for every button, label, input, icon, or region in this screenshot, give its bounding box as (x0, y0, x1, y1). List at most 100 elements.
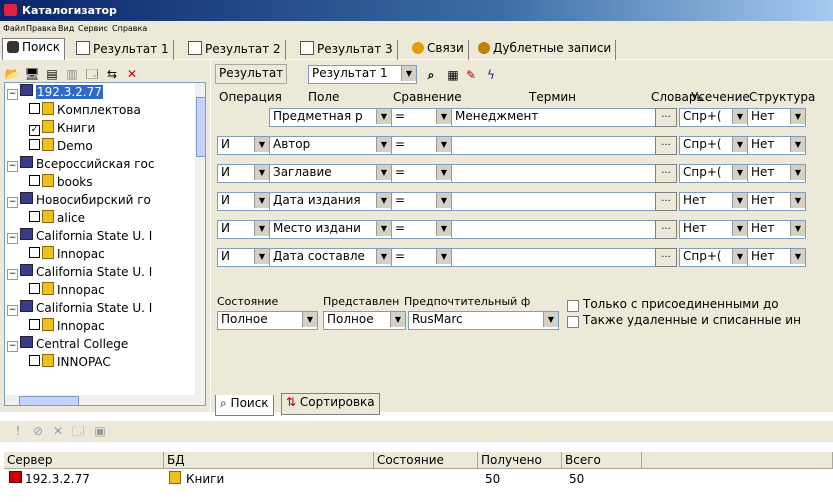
operation-select[interactable]: И ▼ (217, 164, 270, 183)
tree-database-item[interactable]: Innopac (29, 318, 105, 334)
field-select[interactable]: Предметная р ▼ (269, 108, 392, 127)
binoculars-icon[interactable]: ⌕ (423, 67, 439, 83)
database-checkbox[interactable] (29, 175, 40, 186)
database-checkbox[interactable] (29, 319, 40, 330)
tree-server-item[interactable]: − California State U. I (7, 264, 152, 280)
database-checkbox[interactable] (29, 211, 40, 222)
tree-server-item[interactable]: − Всероссийская гос (7, 156, 154, 172)
operation-select[interactable]: И ▼ (217, 136, 270, 155)
exclamation-icon[interactable]: ! (10, 423, 26, 439)
term-input[interactable] (451, 136, 656, 155)
truncation-select[interactable]: Спр+(▼ (679, 248, 748, 267)
tree-database-item[interactable]: INNOPAC (29, 354, 111, 370)
tree-database-item[interactable]: Комплектова (29, 102, 141, 118)
structure-select[interactable]: Нет ▼ (747, 192, 806, 211)
operation-select[interactable]: И ▼ (217, 192, 270, 211)
field-select[interactable]: Место издани ▼ (269, 220, 392, 239)
truncation-select[interactable]: Спр+(▼ (679, 164, 748, 183)
table-icon[interactable]: ▦ (445, 67, 461, 83)
truncation-select[interactable]: Нет ▼ (679, 192, 748, 211)
lightning-icon[interactable]: ϟ (483, 67, 499, 83)
table-row-db[interactable]: Книги (166, 471, 224, 487)
operation-select[interactable]: И ▼ (217, 220, 270, 239)
menu-help[interactable]: Справка (112, 24, 147, 33)
properties-icon[interactable]: 🗔 (84, 66, 100, 82)
tree-database-item[interactable]: alice (29, 210, 85, 226)
result-select[interactable]: Результат 1 ▼ (308, 65, 417, 84)
menu-service[interactable]: Сервис (78, 24, 108, 33)
open-icon[interactable]: 📂 (4, 66, 20, 82)
compare-select[interactable]: = ▼ (391, 248, 452, 267)
collapse-icon[interactable]: − (7, 341, 18, 352)
preferred-format-select[interactable]: RusMarc ▼ (408, 311, 559, 330)
connect-icon[interactable]: ⇆ (104, 66, 120, 82)
tab-result-3[interactable]: Результат 3 (296, 40, 398, 61)
truncation-select[interactable]: Спр+(▼ (679, 108, 748, 127)
only-linked-checkbox[interactable] (567, 300, 579, 312)
tree-database-item[interactable]: Demo (29, 138, 93, 154)
tab-links[interactable]: Связи (408, 40, 469, 61)
term-input[interactable] (451, 248, 656, 267)
tree-server-item[interactable]: − Central College (7, 336, 128, 352)
subtab-sort[interactable]: ⇅ Сортировка (281, 393, 380, 415)
tree-vertical-scrollbar[interactable] (195, 83, 205, 405)
tree-server-item[interactable]: − Новосибирский го (7, 192, 151, 208)
collapse-icon[interactable]: − (7, 89, 18, 100)
term-input[interactable]: Менеджмент (451, 108, 656, 127)
collapse-icon[interactable]: − (7, 269, 18, 280)
tree-database-item[interactable]: books (29, 174, 93, 190)
state-select[interactable]: Полное ▼ (217, 311, 318, 330)
structure-select[interactable]: Нет ▼ (747, 136, 806, 155)
dictionary-button[interactable]: ... (655, 164, 677, 183)
tree-horizontal-scrollbar[interactable] (5, 395, 195, 405)
delete-icon[interactable]: ✕ (124, 66, 140, 82)
field-select[interactable]: Дата издания ▼ (269, 192, 392, 211)
tab-duplicates[interactable]: Дублетные записи (474, 40, 617, 61)
compare-select[interactable]: = ▼ (391, 192, 452, 211)
term-input[interactable] (451, 192, 656, 211)
structure-select[interactable]: Нет ▼ (747, 164, 806, 183)
field-select[interactable]: Заглавие ▼ (269, 164, 392, 183)
close-icon[interactable]: ✕ (50, 423, 66, 439)
column-header-db[interactable]: БД (164, 452, 374, 469)
tree-server-item[interactable]: − California State U. I (7, 300, 152, 316)
column-header-total[interactable]: Всего (562, 452, 642, 469)
server-icon[interactable]: 🖥 (24, 66, 40, 82)
dictionary-button[interactable]: ... (655, 108, 677, 127)
database-checkbox[interactable] (29, 103, 40, 114)
collapse-icon[interactable]: − (7, 197, 18, 208)
structure-select[interactable]: Нет ▼ (747, 108, 806, 127)
tab-result-1[interactable]: Результат 1 (72, 40, 174, 61)
field-select[interactable]: Автор ▼ (269, 136, 392, 155)
database-checkbox[interactable] (29, 355, 40, 366)
compare-select[interactable]: = ▼ (391, 220, 452, 239)
database-disabled-icon[interactable]: ▥ (64, 66, 80, 82)
collapse-icon[interactable]: − (7, 305, 18, 316)
column-header-state[interactable]: Состояние (374, 452, 478, 469)
database-checkbox[interactable]: ✓ (29, 125, 40, 136)
database-checkbox[interactable] (29, 247, 40, 258)
collapse-icon[interactable]: − (7, 161, 18, 172)
compare-select[interactable]: = ▼ (391, 136, 452, 155)
term-input[interactable] (451, 164, 656, 183)
database-checkbox[interactable] (29, 283, 40, 294)
tree-server-item[interactable]: − California State U. I (7, 228, 152, 244)
tab-result-2[interactable]: Результат 2 (184, 40, 286, 61)
operation-select[interactable]: И ▼ (217, 248, 270, 267)
properties-icon[interactable]: 🗔 (70, 423, 86, 439)
menu-file[interactable]: Файл (3, 24, 25, 33)
structure-select[interactable]: Нет ▼ (747, 248, 806, 267)
field-select[interactable]: Дата составле ▼ (269, 248, 392, 267)
subtab-search[interactable]: ⌕ Поиск (215, 395, 274, 416)
column-header-received[interactable]: Получено (478, 452, 562, 469)
tree-server-item[interactable]: − 192.3.2.77 (7, 84, 103, 100)
structure-select[interactable]: Нет ▼ (747, 220, 806, 239)
dictionary-button[interactable]: ... (655, 220, 677, 239)
menu-view[interactable]: Вид (58, 24, 74, 33)
compare-select[interactable]: = ▼ (391, 164, 452, 183)
stop-icon[interactable]: ⊘ (30, 423, 46, 439)
tree-database-item[interactable]: ✓ Книги (29, 120, 95, 136)
edit-icon[interactable]: ✎ (463, 67, 479, 83)
menu-edit[interactable]: Правка (26, 24, 56, 33)
collapse-icon[interactable]: − (7, 233, 18, 244)
